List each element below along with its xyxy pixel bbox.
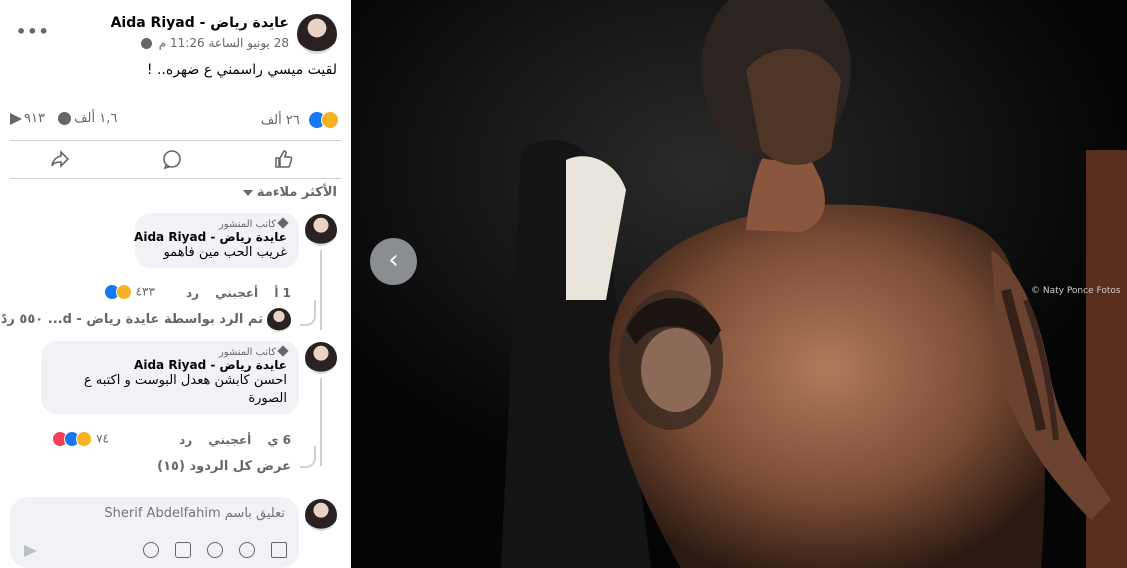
send-icon[interactable] (24, 545, 37, 557)
comment-composer (10, 497, 299, 568)
thread-connector (300, 446, 316, 468)
comment-time[interactable]: 6 ي (267, 433, 291, 447)
post-meta: 28 يونيو الساعة 11:26 م (140, 36, 289, 50)
view-all-replies[interactable]: عرض كل الردود (١٥) (157, 459, 291, 474)
more-options-icon[interactable]: ••• (16, 22, 50, 41)
share-arrow-icon (51, 150, 70, 168)
divider (10, 140, 341, 141)
comment-text: احسن كابشن هعدل البوست و اكتبه ع الصورة (83, 373, 287, 406)
composer-icons (132, 539, 287, 558)
post-text: لقيت ميسي راسمني ع ضهره.. ! (146, 62, 337, 78)
comment-avatar[interactable] (305, 342, 337, 374)
comment-input[interactable] (63, 505, 287, 522)
thread-line (320, 250, 322, 330)
post-date[interactable]: 28 يونيو الساعة 11:26 م (159, 36, 289, 50)
comment-text: غريب الحب مين فاهمو (163, 245, 287, 260)
sort-label: الأكثر ملاءمة (256, 185, 337, 200)
comment-sort-dropdown[interactable]: الأكثر ملاءمة (242, 185, 337, 200)
comment-author[interactable]: عايدة رياض - Aida Riyad (53, 358, 287, 372)
avatar-sticker-icon[interactable] (238, 541, 255, 558)
comment-like-button[interactable]: أعجبني (208, 433, 251, 447)
camera-icon[interactable] (271, 541, 287, 558)
pencil-icon (277, 217, 289, 229)
haha-icon (115, 284, 132, 300)
haha-icon (321, 111, 339, 129)
reaction-summary[interactable]: ٢٦ ألف (261, 111, 339, 129)
share-icon (10, 112, 22, 125)
comment-reactions[interactable]: ٧٤ (52, 431, 109, 447)
comment-reactions[interactable]: ٤٣٣ (103, 284, 155, 300)
comment-bubble: كاتب المنشور عايدة رياض - Aida Riyad احس… (41, 341, 299, 414)
divider (10, 178, 341, 179)
author-badge: كاتب المنشور (53, 345, 289, 358)
comment-reply-button[interactable]: رد (179, 433, 192, 447)
reaction-count: ٢٦ ألف (260, 112, 300, 128)
post-author[interactable]: عايدة رياض - Aida Riyad (111, 15, 289, 31)
post-stats: ١,٦ ألف ٩١٣ (8, 111, 117, 126)
chevron-down-icon (242, 189, 253, 196)
emoji-icon[interactable] (206, 541, 223, 558)
comment-icon (58, 112, 72, 125)
photo-viewer: ‹ © Naty Ponce Fotos (351, 0, 1127, 568)
photo-watermark: © Naty Ponce Fotos (1031, 286, 1121, 296)
like-button[interactable] (270, 149, 296, 173)
comment-like-button[interactable]: أعجبني (215, 286, 258, 300)
post-photo (351, 0, 1127, 568)
haha-icon (76, 431, 93, 447)
thread-line (320, 378, 322, 466)
share-button[interactable] (47, 149, 73, 173)
comment-bubble-icon (163, 150, 181, 170)
author-badge: كاتب المنشور (147, 217, 289, 230)
previous-photo-button[interactable]: ‹ (370, 238, 417, 285)
composer-avatar (305, 499, 337, 531)
comment-actions: 6 ي أعجبني رد (167, 433, 291, 447)
thread-connector (300, 300, 316, 326)
comment-react-count: ٤٣٣ (135, 284, 155, 299)
comment-bubble: كاتب المنشور عايدة رياض - Aida Riyad غري… (134, 213, 299, 268)
sticker-icon[interactable] (142, 541, 159, 558)
comment-time[interactable]: 1 أ (274, 286, 291, 300)
comment-actions: 1 أ أعجبني رد (174, 286, 291, 300)
reply-avatar (267, 308, 291, 332)
share-count[interactable]: ٩١٣ (24, 111, 45, 126)
post-panel: عايدة رياض - Aida Riyad 28 يونيو الساعة … (0, 0, 351, 568)
comment-button[interactable] (159, 149, 185, 173)
reply-summary[interactable]: تم الرد بواسطة عايدة رياض - d... ٥٥٠ ردً… (0, 312, 263, 327)
comment-avatar[interactable] (305, 214, 337, 246)
thumbs-up-icon (275, 150, 293, 168)
globe-icon (140, 38, 152, 49)
comment-react-count: ٧٤ (96, 431, 109, 446)
author-avatar[interactable] (297, 14, 337, 54)
comment-author[interactable]: عايدة رياض - Aida Riyad (134, 230, 287, 244)
pencil-icon (277, 345, 289, 357)
post-actions (0, 146, 351, 176)
comment-count[interactable]: ١,٦ ألف (74, 111, 117, 126)
gif-icon[interactable] (174, 541, 191, 558)
comment-reply-button[interactable]: رد (186, 286, 199, 300)
